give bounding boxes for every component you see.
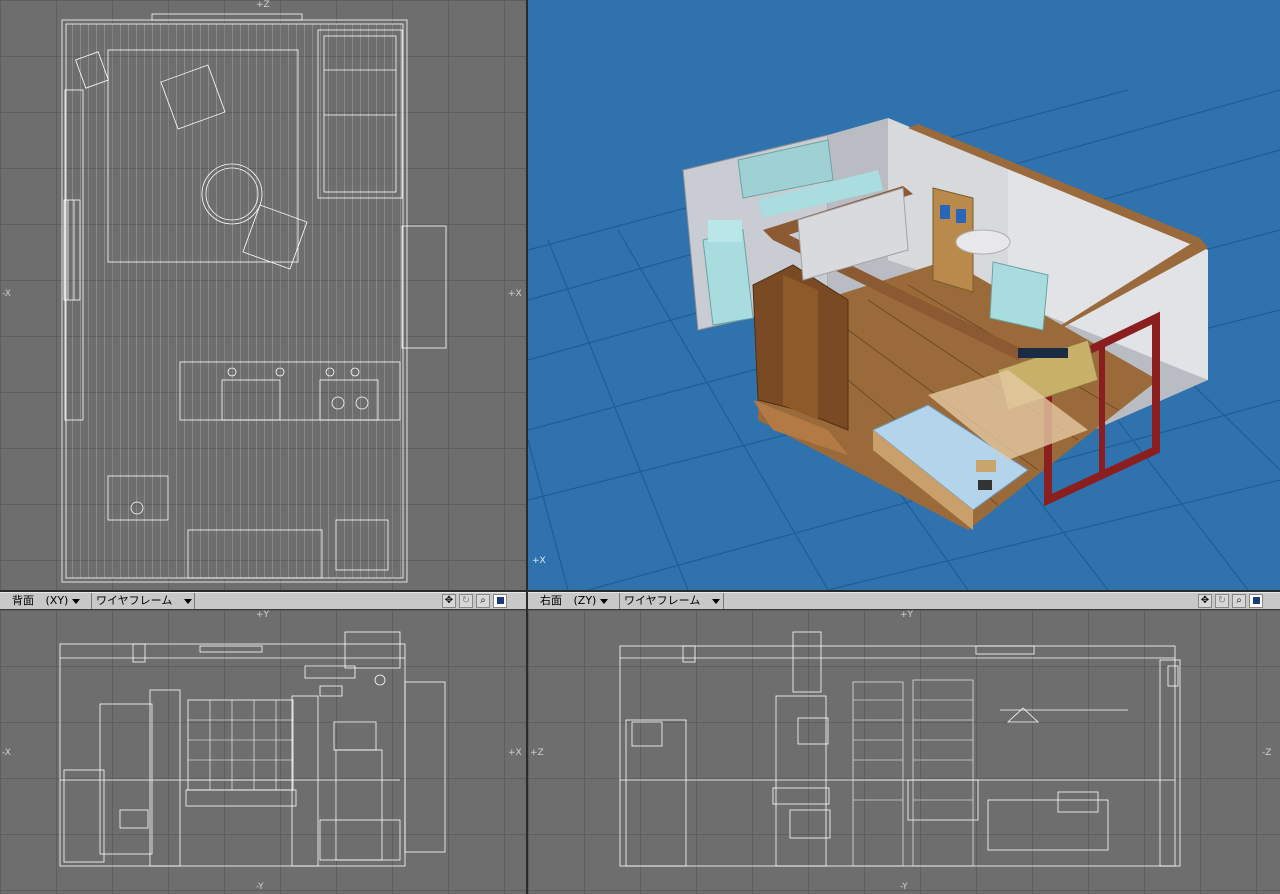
zoom-view-icon[interactable]: ⌕	[1232, 594, 1246, 608]
perspective-scene	[528, 89, 1280, 590]
toolbar-back-view: 背面 (XY) ワイヤフレーム ✥ ↻ ⌕	[0, 592, 526, 610]
zoom-view-icon[interactable]: ⌕	[476, 594, 490, 608]
axis-mode: (ZY)	[573, 594, 597, 607]
render-mode-select-back[interactable]: ワイヤフレーム	[92, 593, 195, 609]
axis-label-persp: +X	[532, 556, 546, 566]
view-name: 右面	[540, 594, 562, 607]
chevron-down-icon	[600, 598, 609, 604]
viewport-back[interactable]: +Y -X +X -Y	[0, 610, 526, 894]
chevron-down-icon	[184, 598, 193, 604]
render-mode: ワイヤフレーム	[624, 594, 701, 607]
viewport-top[interactable]: +Z -X +X	[0, 0, 526, 590]
view-name: 背面	[12, 594, 34, 607]
move-view-icon[interactable]: ✥	[442, 594, 456, 608]
rotate-view-icon[interactable]: ↻	[1215, 594, 1229, 608]
axis-mode: (XY)	[45, 594, 69, 607]
move-view-icon[interactable]: ✥	[1198, 594, 1212, 608]
render-mode-select-right[interactable]: ワイヤフレーム	[620, 593, 724, 609]
viewport-right[interactable]: +Y +Z -Z -Y	[528, 610, 1280, 894]
viewport-perspective[interactable]: +X	[528, 0, 1280, 590]
back-wireframe	[59, 631, 446, 867]
chevron-down-icon	[712, 598, 721, 604]
rotate-view-icon[interactable]: ↻	[459, 594, 473, 608]
toolbar-right-view: 右面 (ZY) ワイヤフレーム ✥ ↻ ⌕	[528, 592, 1280, 610]
right-wireframe	[619, 631, 1181, 867]
top-wireframe	[61, 13, 447, 583]
view-select-right[interactable]: 右面 (ZY)	[528, 593, 620, 609]
chevron-down-icon	[72, 598, 81, 604]
maximize-view-icon[interactable]	[493, 594, 507, 608]
view-select-back[interactable]: 背面 (XY)	[0, 593, 92, 609]
maximize-view-icon[interactable]	[1249, 594, 1263, 608]
render-mode: ワイヤフレーム	[96, 594, 173, 607]
